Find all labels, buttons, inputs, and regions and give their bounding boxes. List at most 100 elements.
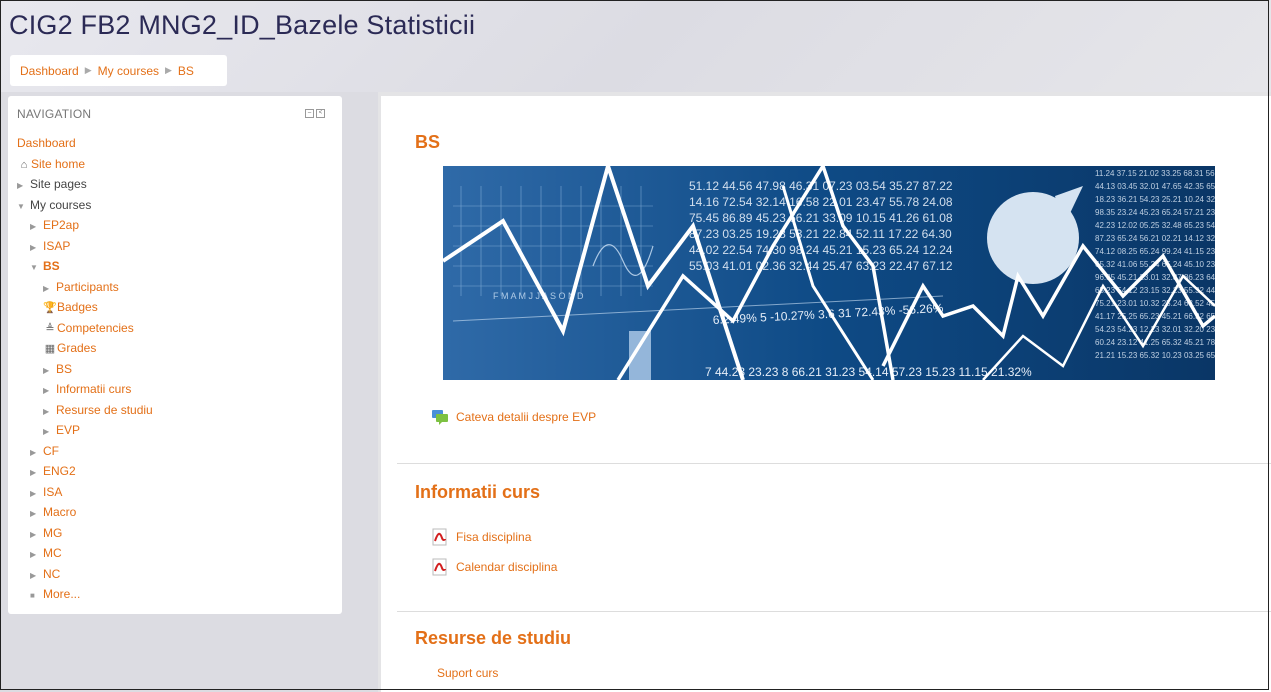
resource-label[interactable]: Cateva detalii despre EVP [456,410,596,424]
nav-item-label[interactable]: Macro [43,505,76,519]
nav-item-isa[interactable]: ▶ ISA [17,482,153,503]
nav-item-label[interactable]: Badges [57,300,98,314]
nav-item-label[interactable]: Grades [57,341,96,355]
nav-item-label[interactable]: ISAP [43,239,70,253]
expand-arrow-icon[interactable]: ▶ [30,566,43,587]
nav-item-label[interactable]: Dashboard [17,136,76,150]
breadcrumb-separator-icon: ▶ [165,65,172,75]
expand-arrow-icon[interactable]: ▶ [43,361,56,382]
nav-item-label[interactable]: EVP [56,423,80,437]
nav-item-mg[interactable]: ▶ MG [17,523,153,544]
nav-item-resurse-de-studiu[interactable]: ▶ Resurse de studiu [17,400,153,421]
banner-column-row: 98.35 23.24 45.23 65.24 57.21 23.24 [1095,208,1215,217]
collapse-arrow-icon[interactable]: ▼ [17,197,30,218]
nav-item-label[interactable]: BS [56,362,72,376]
expand-arrow-icon[interactable]: ▶ [43,402,56,423]
nav-item-label[interactable]: ISA [43,485,62,499]
expand-arrow-icon[interactable]: ▶ [30,484,43,505]
nav-item-eng2[interactable]: ▶ ENG2 [17,461,153,482]
resource-suport-curs[interactable]: Suport curs [437,666,498,680]
expand-arrow-icon[interactable]: ▶ [30,463,43,484]
nav-item-more[interactable]: ■ More... [17,584,153,605]
banner-column-row: 42.23 12.02 05.25 32.48 65.23 54.14 [1095,221,1215,230]
home-icon: ⌂ [20,158,28,171]
breadcrumb: Dashboard ▶ My courses ▶ BS [10,55,227,86]
bullet-icon: ■ [30,591,35,600]
nav-item-label[interactable]: Competencies [57,321,134,335]
banner-number-row: 51.12 44.56 47.98 46.31 07.23 03.54 35.2… [689,179,953,193]
nav-item-label: Site pages [30,177,87,191]
section-title-informatii-curs: Informatii curs [415,482,541,502]
dock-block-icon[interactable]: – [305,109,314,118]
nav-item-cf[interactable]: ▶ CF [17,441,153,462]
resource-calendar-disciplina[interactable]: Calendar disciplina [431,558,557,576]
nav-item-label[interactable]: MG [43,526,62,540]
breadcrumb-bs[interactable]: BS [178,64,194,78]
nav-item-mc[interactable]: ▶ MC [17,543,153,564]
breadcrumb-dashboard[interactable]: Dashboard [20,64,79,78]
nav-item-label[interactable]: ENG2 [43,464,76,478]
section-title-bs: BS [415,132,441,152]
section-title-resurse-de-studiu: Resurse de studiu [415,628,572,648]
nav-item-my-courses[interactable]: ▼ My courses [17,195,153,216]
section-divider [397,463,1271,464]
nav-item-grades[interactable]: ▦ Grades [17,338,153,359]
nav-item-label[interactable]: MC [43,546,62,560]
nav-item-label[interactable]: Informatii curs [56,382,131,396]
nav-item-section-bs[interactable]: ▶ BS [17,359,153,380]
nav-item-label: My courses [30,197,92,212]
nav-item-bs[interactable]: ▼ BS [17,256,153,277]
expand-arrow-icon[interactable]: ▶ [30,238,43,259]
banner-number-row: 44.02 22.54 74.30 98.24 45.21 15.23 65.2… [689,243,953,257]
nav-item-label[interactable]: Resurse de studiu [56,403,153,417]
resource-fisa-disciplina[interactable]: Fisa disciplina [431,528,531,546]
nav-item-site-pages[interactable]: ▶ Site pages [17,174,153,195]
nav-item-nc[interactable]: ▶ NC [17,564,153,585]
expand-arrow-icon[interactable]: ▶ [17,176,30,197]
nav-item-label[interactable]: CF [43,444,59,458]
expand-arrow-icon[interactable]: ▶ [43,381,56,402]
banner-number-row: 75.45 86.89 45.23 66.21 33.09 10.15 41.2… [689,211,953,225]
nav-item-informatii-curs[interactable]: ▶ Informatii curs [17,379,153,400]
nav-item-label[interactable]: More... [43,587,80,601]
banner-number-row: 55.03 41.01 02.36 32.44 25.47 63.23 22.4… [689,259,953,273]
expand-arrow-icon[interactable]: ▶ [30,545,43,566]
nav-item-label[interactable]: NC [43,567,60,581]
hide-block-icon[interactable]: < [316,109,325,118]
nav-item-label[interactable]: Participants [56,280,119,294]
breadcrumb-separator-icon: ▶ [84,65,92,75]
nav-item-dashboard[interactable]: Dashboard [17,133,153,154]
nav-item-competencies[interactable]: ≜ Competencies [17,318,153,339]
resource-label[interactable]: Fisa disciplina [456,530,531,544]
expand-arrow-icon[interactable]: ▶ [43,279,56,300]
banner-column-row: 11.24 37.15 21.02 33.25 68.31 56.41 [1095,169,1215,178]
nav-item-evp[interactable]: ▶ EVP [17,420,153,441]
expand-arrow-icon[interactable]: ▶ [43,422,56,443]
nav-item-badges[interactable]: 🏆Badges [17,297,153,318]
nav-item-participants[interactable]: ▶ Participants [17,277,153,298]
pdf-icon [432,558,447,576]
banner-column-row: 96.35 45.21 23.01 32.87 86.23 64.24 [1095,273,1215,282]
nav-item-isap[interactable]: ▶ ISAP [17,236,153,257]
expand-arrow-icon[interactable]: ▶ [30,217,43,238]
breadcrumb-my-courses[interactable]: My courses [98,64,159,78]
grades-table-icon: ▦ [44,343,56,355]
resource-label[interactable]: Calendar disciplina [456,560,557,574]
course-banner-image: F M A M J J A S O N D 51.12 44.56 47.98 … [443,166,1215,380]
expand-arrow-icon[interactable]: ▶ [30,525,43,546]
nav-item-label[interactable]: Site home [31,157,85,171]
expand-arrow-icon[interactable]: ▶ [30,443,43,464]
nav-item-label[interactable]: EP2ap [43,218,79,232]
banner-column-row: 60.24 23.12 41.25 65.32 45.21 78.23 [1095,338,1215,347]
nav-item-site-home[interactable]: ⌂ Site home [17,154,153,175]
nav-item-macro[interactable]: ▶ Macro [17,502,153,523]
nav-item-label[interactable]: BS [43,259,60,273]
collapse-arrow-icon[interactable]: ▼ [30,258,43,279]
banner-column-row: 21.21 15.23 65.32 10.23 03.25 65.30 [1095,351,1215,360]
resource-forum[interactable]: Cateva detalii despre EVP [431,408,596,426]
banner-column-row: 44.13 03.45 32.01 47.65 42.35 65.24 [1095,182,1215,191]
forum-icon [432,410,448,425]
expand-arrow-icon[interactable]: ▶ [30,504,43,525]
nav-item-ep2ap[interactable]: ▶ EP2ap [17,215,153,236]
resource-label[interactable]: Suport curs [437,666,498,680]
